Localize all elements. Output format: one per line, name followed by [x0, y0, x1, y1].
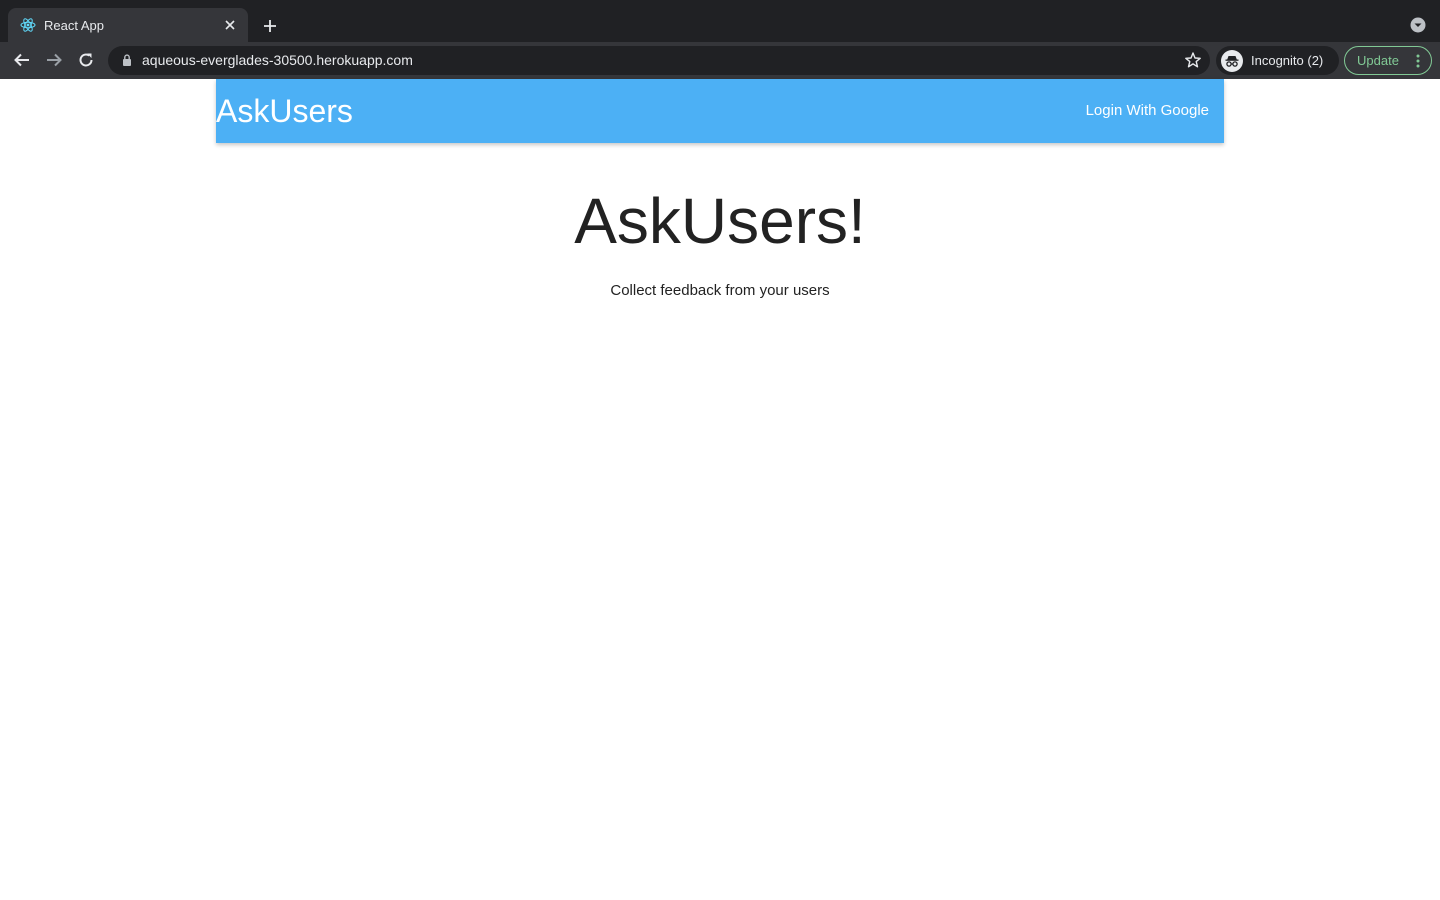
incognito-icon	[1221, 49, 1243, 72]
profile-label: Incognito (2)	[1251, 53, 1324, 68]
url-text: aqueous-everglades-30500.herokuapp.com	[142, 52, 413, 68]
update-label: Update	[1357, 53, 1399, 68]
reload-button[interactable]	[74, 48, 98, 72]
app-navbar: AskUsers Login With Google	[216, 79, 1224, 143]
arrow-left-icon	[14, 53, 29, 67]
star-icon[interactable]	[1184, 51, 1202, 69]
update-button[interactable]: Update	[1344, 46, 1432, 75]
browser-toolbar: aqueous-everglades-30500.herokuapp.com I…	[0, 42, 1440, 79]
login-with-google-link[interactable]: Login With Google	[1086, 101, 1209, 121]
forward-button[interactable]	[42, 48, 66, 72]
reload-icon	[79, 53, 93, 67]
lock-icon	[123, 54, 131, 66]
browser-tab[interactable]: React App	[8, 8, 248, 42]
address-bar[interactable]: aqueous-everglades-30500.herokuapp.com	[108, 46, 1210, 75]
arrow-right-icon	[47, 53, 62, 67]
brand-logo-link[interactable]: AskUsers	[216, 92, 353, 130]
plus-icon	[264, 20, 276, 32]
hero-title: AskUsers!	[574, 185, 866, 257]
hero-subtitle: Collect feedback from your users	[610, 282, 830, 299]
tab-search-button[interactable]	[1406, 13, 1430, 37]
tab-title: React App	[44, 17, 104, 33]
back-button[interactable]	[10, 48, 34, 72]
react-logo-icon	[20, 17, 36, 33]
more-vert-icon[interactable]	[1411, 53, 1425, 69]
close-icon[interactable]	[222, 17, 238, 33]
new-tab-button[interactable]	[258, 14, 282, 38]
incognito-profile-button[interactable]: Incognito (2)	[1216, 46, 1339, 75]
chevron-down-icon	[1410, 17, 1426, 33]
browser-tabstrip: React App	[0, 0, 1440, 42]
